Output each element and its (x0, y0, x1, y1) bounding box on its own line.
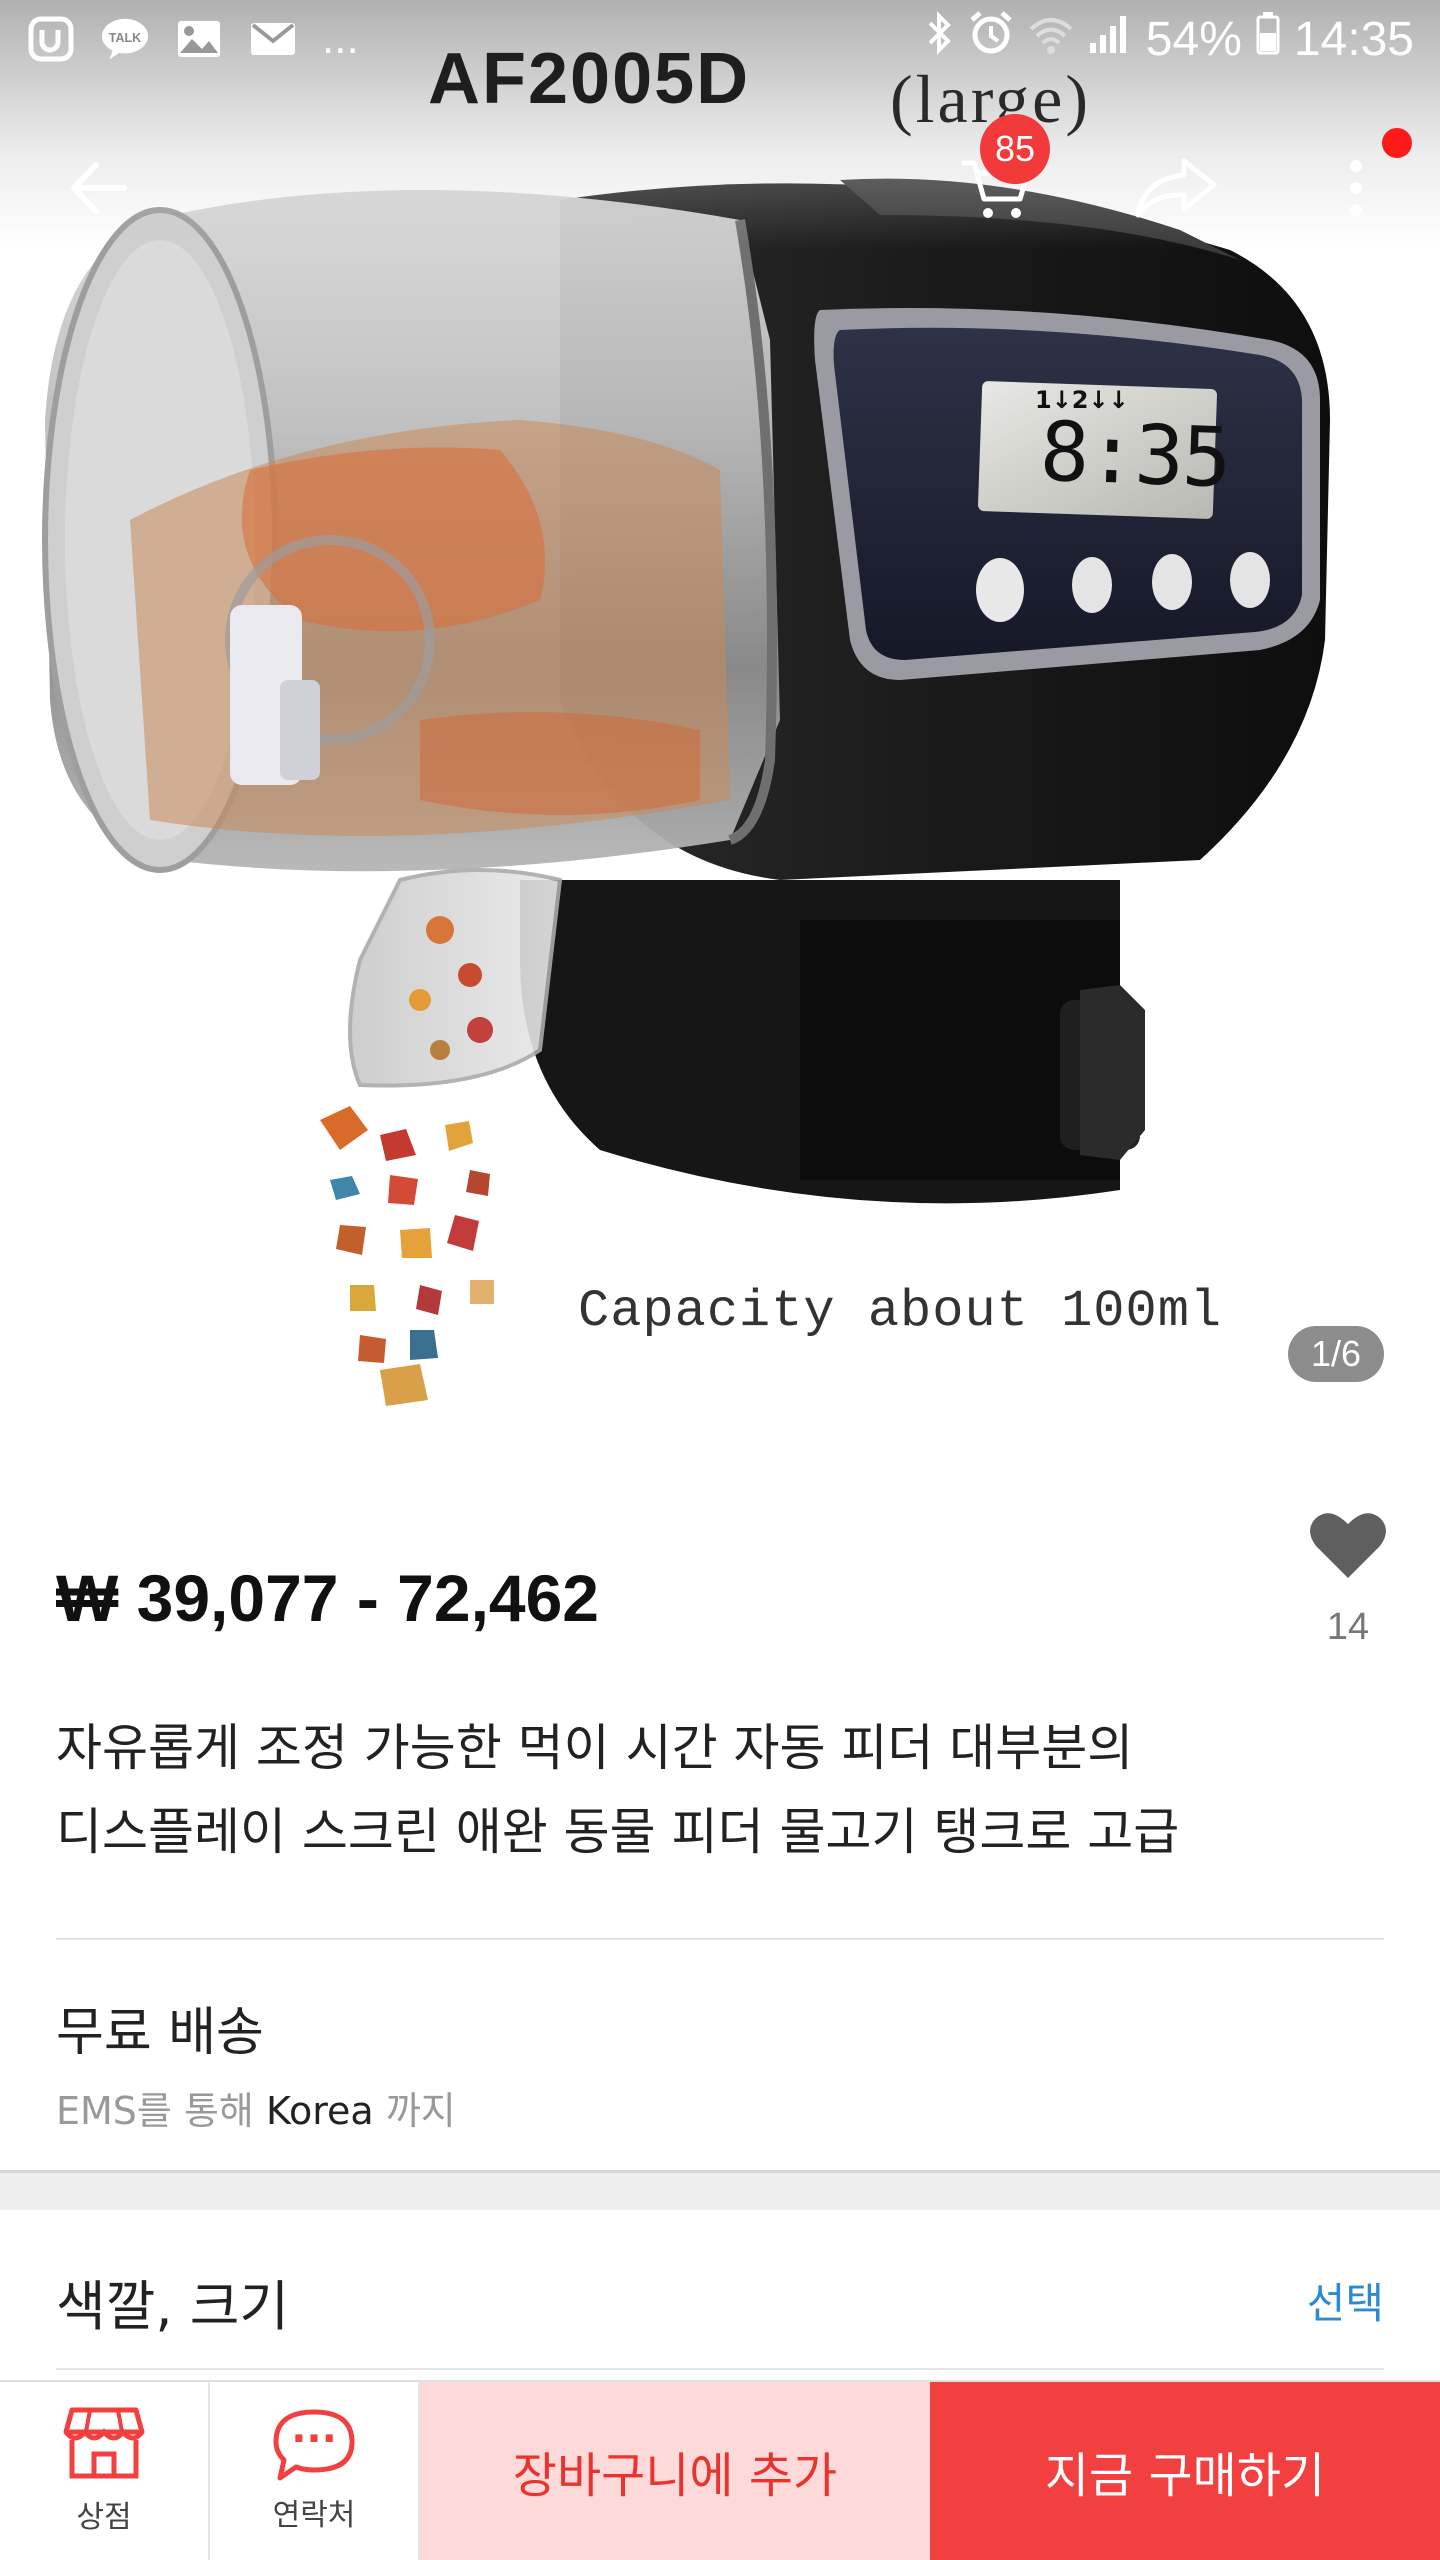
more-vertical-icon (1346, 158, 1366, 222)
gallery-icon (174, 14, 224, 64)
share-button[interactable] (1126, 140, 1226, 240)
bluetooth-icon (924, 11, 954, 67)
kakaotalk-icon: TALK (100, 14, 150, 64)
chat-bubble-icon: ··· (272, 2408, 356, 2482)
cart-count-badge: 85 (980, 114, 1050, 184)
chat-dots: ··· (291, 2416, 337, 2462)
status-bar: TALK ... 54% 14:35 (0, 0, 1440, 84)
back-arrow-icon (68, 161, 128, 219)
store-icon (62, 2406, 146, 2484)
add-to-cart-button[interactable]: 장바구니에 추가 (420, 2382, 930, 2560)
contact-label: 연락처 (272, 2498, 356, 2533)
lcd-time: 8:35 (1038, 404, 1232, 507)
battery-icon (1256, 11, 1280, 67)
contact-button[interactable]: ··· 연락처 (210, 2382, 420, 2560)
wishlist-count: 14 (1326, 1606, 1370, 1648)
shipping-destination: Korea (265, 2089, 374, 2133)
back-button[interactable] (48, 140, 148, 240)
buy-now-button[interactable]: 지금 구매하기 (930, 2382, 1440, 2560)
product-title-line: 자유롭게 조정 가능한 먹이 시간 자동 피더 대부분의 (56, 1719, 1134, 1777)
shipping-suffix: 까지 (385, 2089, 456, 2133)
alarm-icon (968, 10, 1014, 68)
shipping-title: 무료 배송 (56, 2003, 264, 2063)
section-separator (0, 2170, 1440, 2210)
options-select-link[interactable]: 선택 (1307, 2270, 1384, 2331)
mail-icon (248, 14, 298, 64)
wifi-icon (1028, 12, 1074, 67)
more-notifications-indicator: ... (322, 14, 359, 63)
shipping-subtitle: EMS를 통해 Korea 까지 (56, 2080, 456, 2135)
heart-icon (1308, 1508, 1388, 1584)
price-range: ₩ 39,077 - 72,462 (56, 1561, 600, 1635)
divider (56, 2368, 1384, 2370)
signal-icon (1088, 12, 1132, 67)
options-title: 색깔, 크기 (56, 2275, 290, 2338)
share-arrow-icon (1134, 157, 1218, 223)
notification-dot (1382, 128, 1412, 158)
product-title-line: 디스플레이 스크린 애완 동물 피더 물고기 탱크로 고급 (56, 1803, 1180, 1861)
wishlist-button[interactable]: 14 (1296, 1508, 1400, 1649)
bottom-action-bar: 상점 ··· 연락처 장바구니에 추가 지금 구매하기 (0, 2380, 1440, 2560)
product-title: 자유롭게 조정 가능한 먹이 시간 자동 피더 대부분의 디스플레이 스크린 애… (56, 1706, 1386, 1874)
image-capacity-label: Capacity about 100ml (578, 1282, 1223, 1341)
image-page-indicator: 1/6 (1288, 1326, 1384, 1382)
divider (56, 1938, 1384, 1940)
store-button[interactable]: 상점 (0, 2382, 210, 2560)
svg-text:TALK: TALK (109, 31, 141, 45)
battery-percent: 54% (1145, 12, 1242, 66)
clock: 14:35 (1293, 12, 1414, 66)
u-plus-icon (26, 14, 76, 64)
shipping-method: EMS를 통해 (56, 2089, 254, 2133)
store-label: 상점 (76, 2500, 132, 2535)
